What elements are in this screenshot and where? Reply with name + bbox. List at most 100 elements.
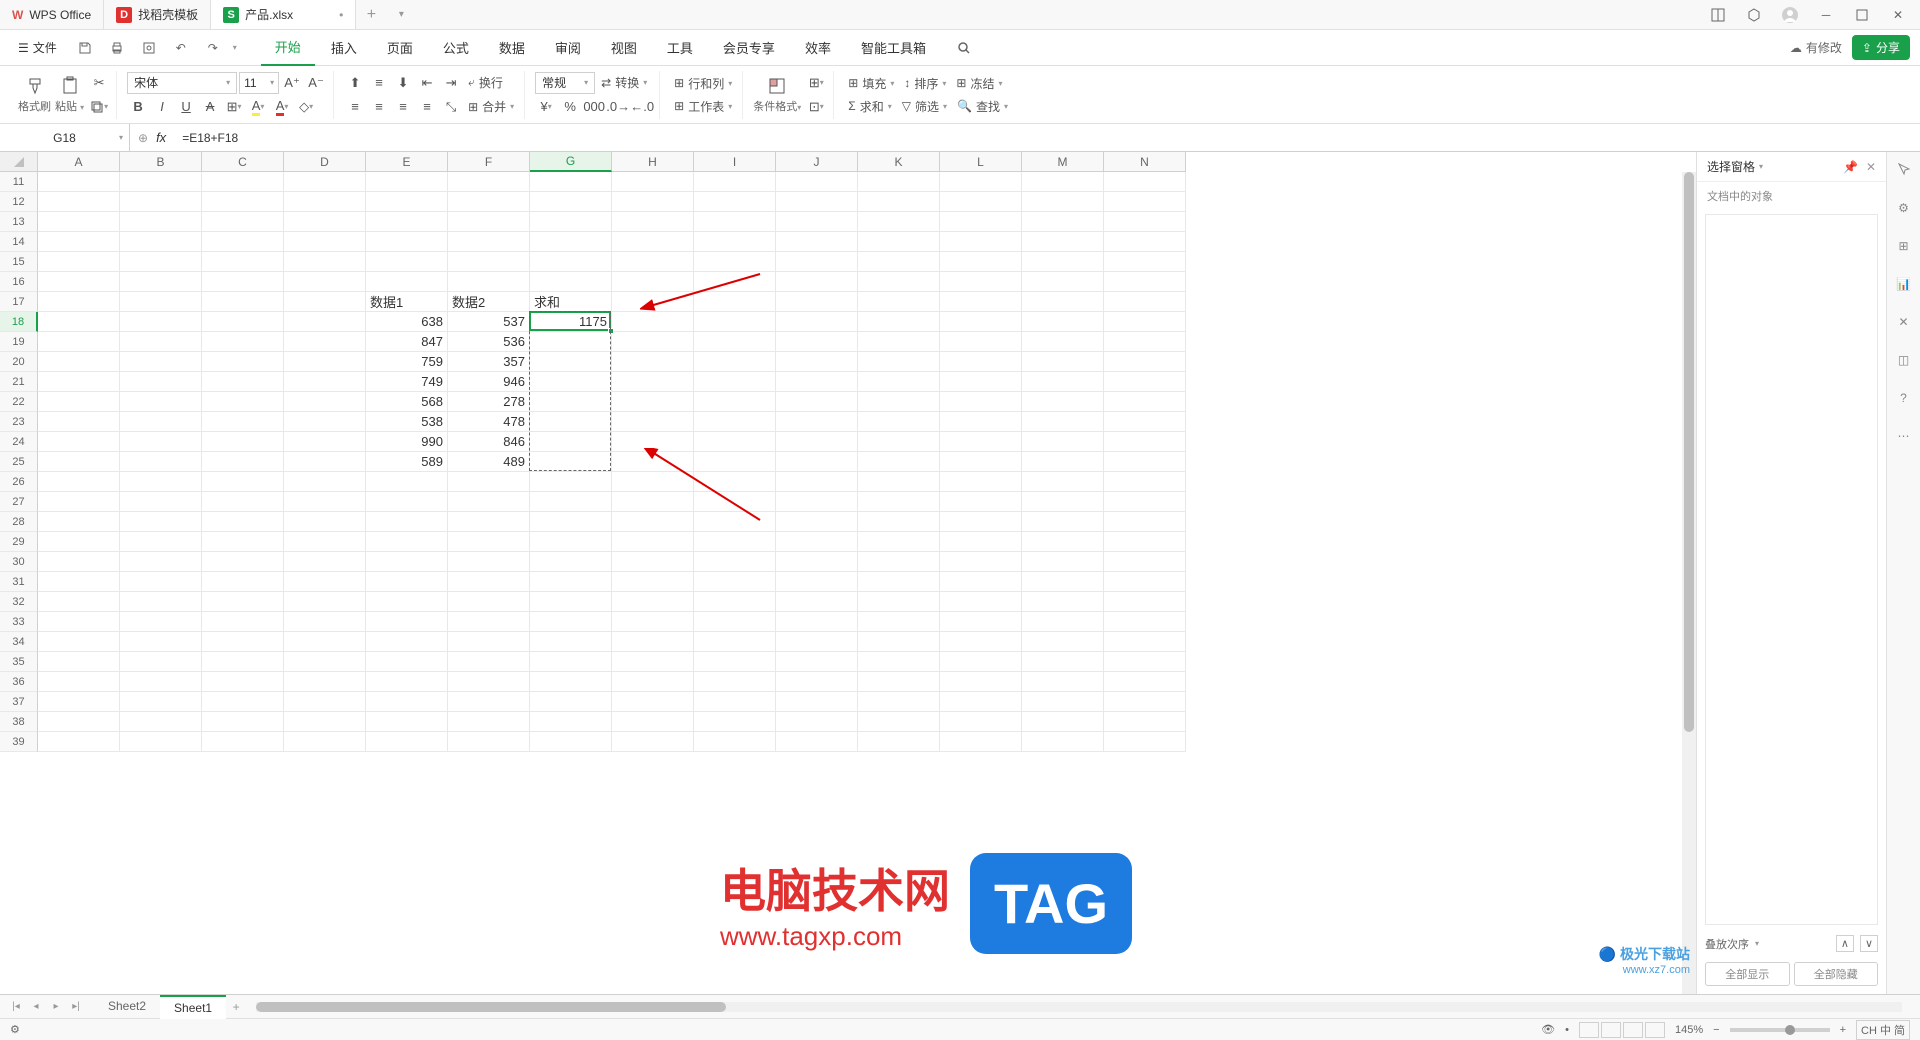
cell-K24[interactable]: [858, 432, 940, 452]
cell-A23[interactable]: [38, 412, 120, 432]
cell-N33[interactable]: [1104, 612, 1186, 632]
cell-E11[interactable]: [366, 172, 448, 192]
cell-E21[interactable]: 749: [366, 372, 448, 392]
cell-F39[interactable]: [448, 732, 530, 752]
status-settings-icon[interactable]: ⚙: [10, 1023, 20, 1036]
cell-C32[interactable]: [202, 592, 284, 612]
cell-K30[interactable]: [858, 552, 940, 572]
cell-C33[interactable]: [202, 612, 284, 632]
cell-N15[interactable]: [1104, 252, 1186, 272]
cell-E23[interactable]: 538: [366, 412, 448, 432]
column-header-C[interactable]: C: [202, 152, 284, 172]
panel-dropdown-icon[interactable]: ▾: [1759, 162, 1763, 171]
cell-D27[interactable]: [284, 492, 366, 512]
cell-B11[interactable]: [120, 172, 202, 192]
cell-N25[interactable]: [1104, 452, 1186, 472]
cell-I38[interactable]: [694, 712, 776, 732]
cell-A15[interactable]: [38, 252, 120, 272]
cell-A32[interactable]: [38, 592, 120, 612]
number-format-select[interactable]: 常规▾: [535, 72, 595, 94]
pin-icon[interactable]: 📌: [1843, 160, 1858, 174]
cell-L31[interactable]: [940, 572, 1022, 592]
cell-I28[interactable]: [694, 512, 776, 532]
sheet-first-icon[interactable]: |◂: [8, 999, 24, 1015]
cursor-tool-icon[interactable]: [1894, 160, 1914, 180]
cell-H20[interactable]: [612, 352, 694, 372]
cell-I19[interactable]: [694, 332, 776, 352]
cell-L37[interactable]: [940, 692, 1022, 712]
merge-button[interactable]: ⊞ 合并▾: [464, 96, 518, 117]
cell-A35[interactable]: [38, 652, 120, 672]
sheet-tab-sheet2[interactable]: Sheet2: [94, 995, 160, 1019]
tab-home[interactable]: 开始: [261, 29, 315, 66]
row-header-30[interactable]: 30: [0, 552, 38, 572]
qat-dropdown[interactable]: ▾: [233, 43, 237, 52]
cell-M16[interactable]: [1022, 272, 1104, 292]
cell-H19[interactable]: [612, 332, 694, 352]
worksheet-button[interactable]: ⊞ 工作表▾: [670, 96, 736, 117]
cell-F18[interactable]: 537: [448, 312, 530, 332]
cell-L11[interactable]: [940, 172, 1022, 192]
cell-D38[interactable]: [284, 712, 366, 732]
cell-B26[interactable]: [120, 472, 202, 492]
column-header-M[interactable]: M: [1022, 152, 1104, 172]
cell-F22[interactable]: 278: [448, 392, 530, 412]
cell-C13[interactable]: [202, 212, 284, 232]
cell-N21[interactable]: [1104, 372, 1186, 392]
cell-D11[interactable]: [284, 172, 366, 192]
cell-H35[interactable]: [612, 652, 694, 672]
cell-J38[interactable]: [776, 712, 858, 732]
cell-G23[interactable]: [530, 412, 612, 432]
cell-M25[interactable]: [1022, 452, 1104, 472]
cell-K27[interactable]: [858, 492, 940, 512]
cell-H23[interactable]: [612, 412, 694, 432]
vscroll-thumb[interactable]: [1684, 172, 1694, 732]
cell-I27[interactable]: [694, 492, 776, 512]
cell-B22[interactable]: [120, 392, 202, 412]
cell-F34[interactable]: [448, 632, 530, 652]
indent-increase-icon[interactable]: ⇥: [440, 72, 462, 94]
zoom-label[interactable]: 145%: [1675, 1024, 1703, 1036]
cell-I33[interactable]: [694, 612, 776, 632]
cell-A12[interactable]: [38, 192, 120, 212]
cell-D15[interactable]: [284, 252, 366, 272]
spreadsheet-grid[interactable]: ABCDEFGHIJKLMN 1112131415161718192021222…: [0, 152, 1696, 994]
cell-M33[interactable]: [1022, 612, 1104, 632]
row-header-19[interactable]: 19: [0, 332, 38, 352]
cell-H12[interactable]: [612, 192, 694, 212]
cell-K20[interactable]: [858, 352, 940, 372]
view-break-icon[interactable]: [1623, 1022, 1643, 1038]
cell-A25[interactable]: [38, 452, 120, 472]
expand-icon[interactable]: ⊕: [138, 131, 148, 145]
cell-D26[interactable]: [284, 472, 366, 492]
decimal-increase-icon[interactable]: .0→: [607, 96, 629, 118]
cell-C21[interactable]: [202, 372, 284, 392]
column-header-D[interactable]: D: [284, 152, 366, 172]
cell-J36[interactable]: [776, 672, 858, 692]
cell-H11[interactable]: [612, 172, 694, 192]
ruler-tool-icon[interactable]: ✕: [1894, 312, 1914, 332]
cell-K21[interactable]: [858, 372, 940, 392]
cube-icon[interactable]: [1744, 5, 1764, 25]
cell-G27[interactable]: [530, 492, 612, 512]
hscroll-thumb[interactable]: [256, 1002, 726, 1012]
row-header-21[interactable]: 21: [0, 372, 38, 392]
cell-D12[interactable]: [284, 192, 366, 212]
cell-A14[interactable]: [38, 232, 120, 252]
cell-K38[interactable]: [858, 712, 940, 732]
cell-M14[interactable]: [1022, 232, 1104, 252]
convert-button[interactable]: ⇄ 转换▾: [597, 72, 651, 93]
cell-G38[interactable]: [530, 712, 612, 732]
tab-smart[interactable]: 智能工具箱: [847, 30, 940, 65]
close-button[interactable]: ✕: [1888, 5, 1908, 25]
cell-M17[interactable]: [1022, 292, 1104, 312]
cell-G16[interactable]: [530, 272, 612, 292]
cell-N30[interactable]: [1104, 552, 1186, 572]
cell-F12[interactable]: [448, 192, 530, 212]
cell-C28[interactable]: [202, 512, 284, 532]
cell-B14[interactable]: [120, 232, 202, 252]
copy-icon[interactable]: ▾: [88, 96, 110, 118]
cell-E34[interactable]: [366, 632, 448, 652]
cell-N11[interactable]: [1104, 172, 1186, 192]
cell-B30[interactable]: [120, 552, 202, 572]
